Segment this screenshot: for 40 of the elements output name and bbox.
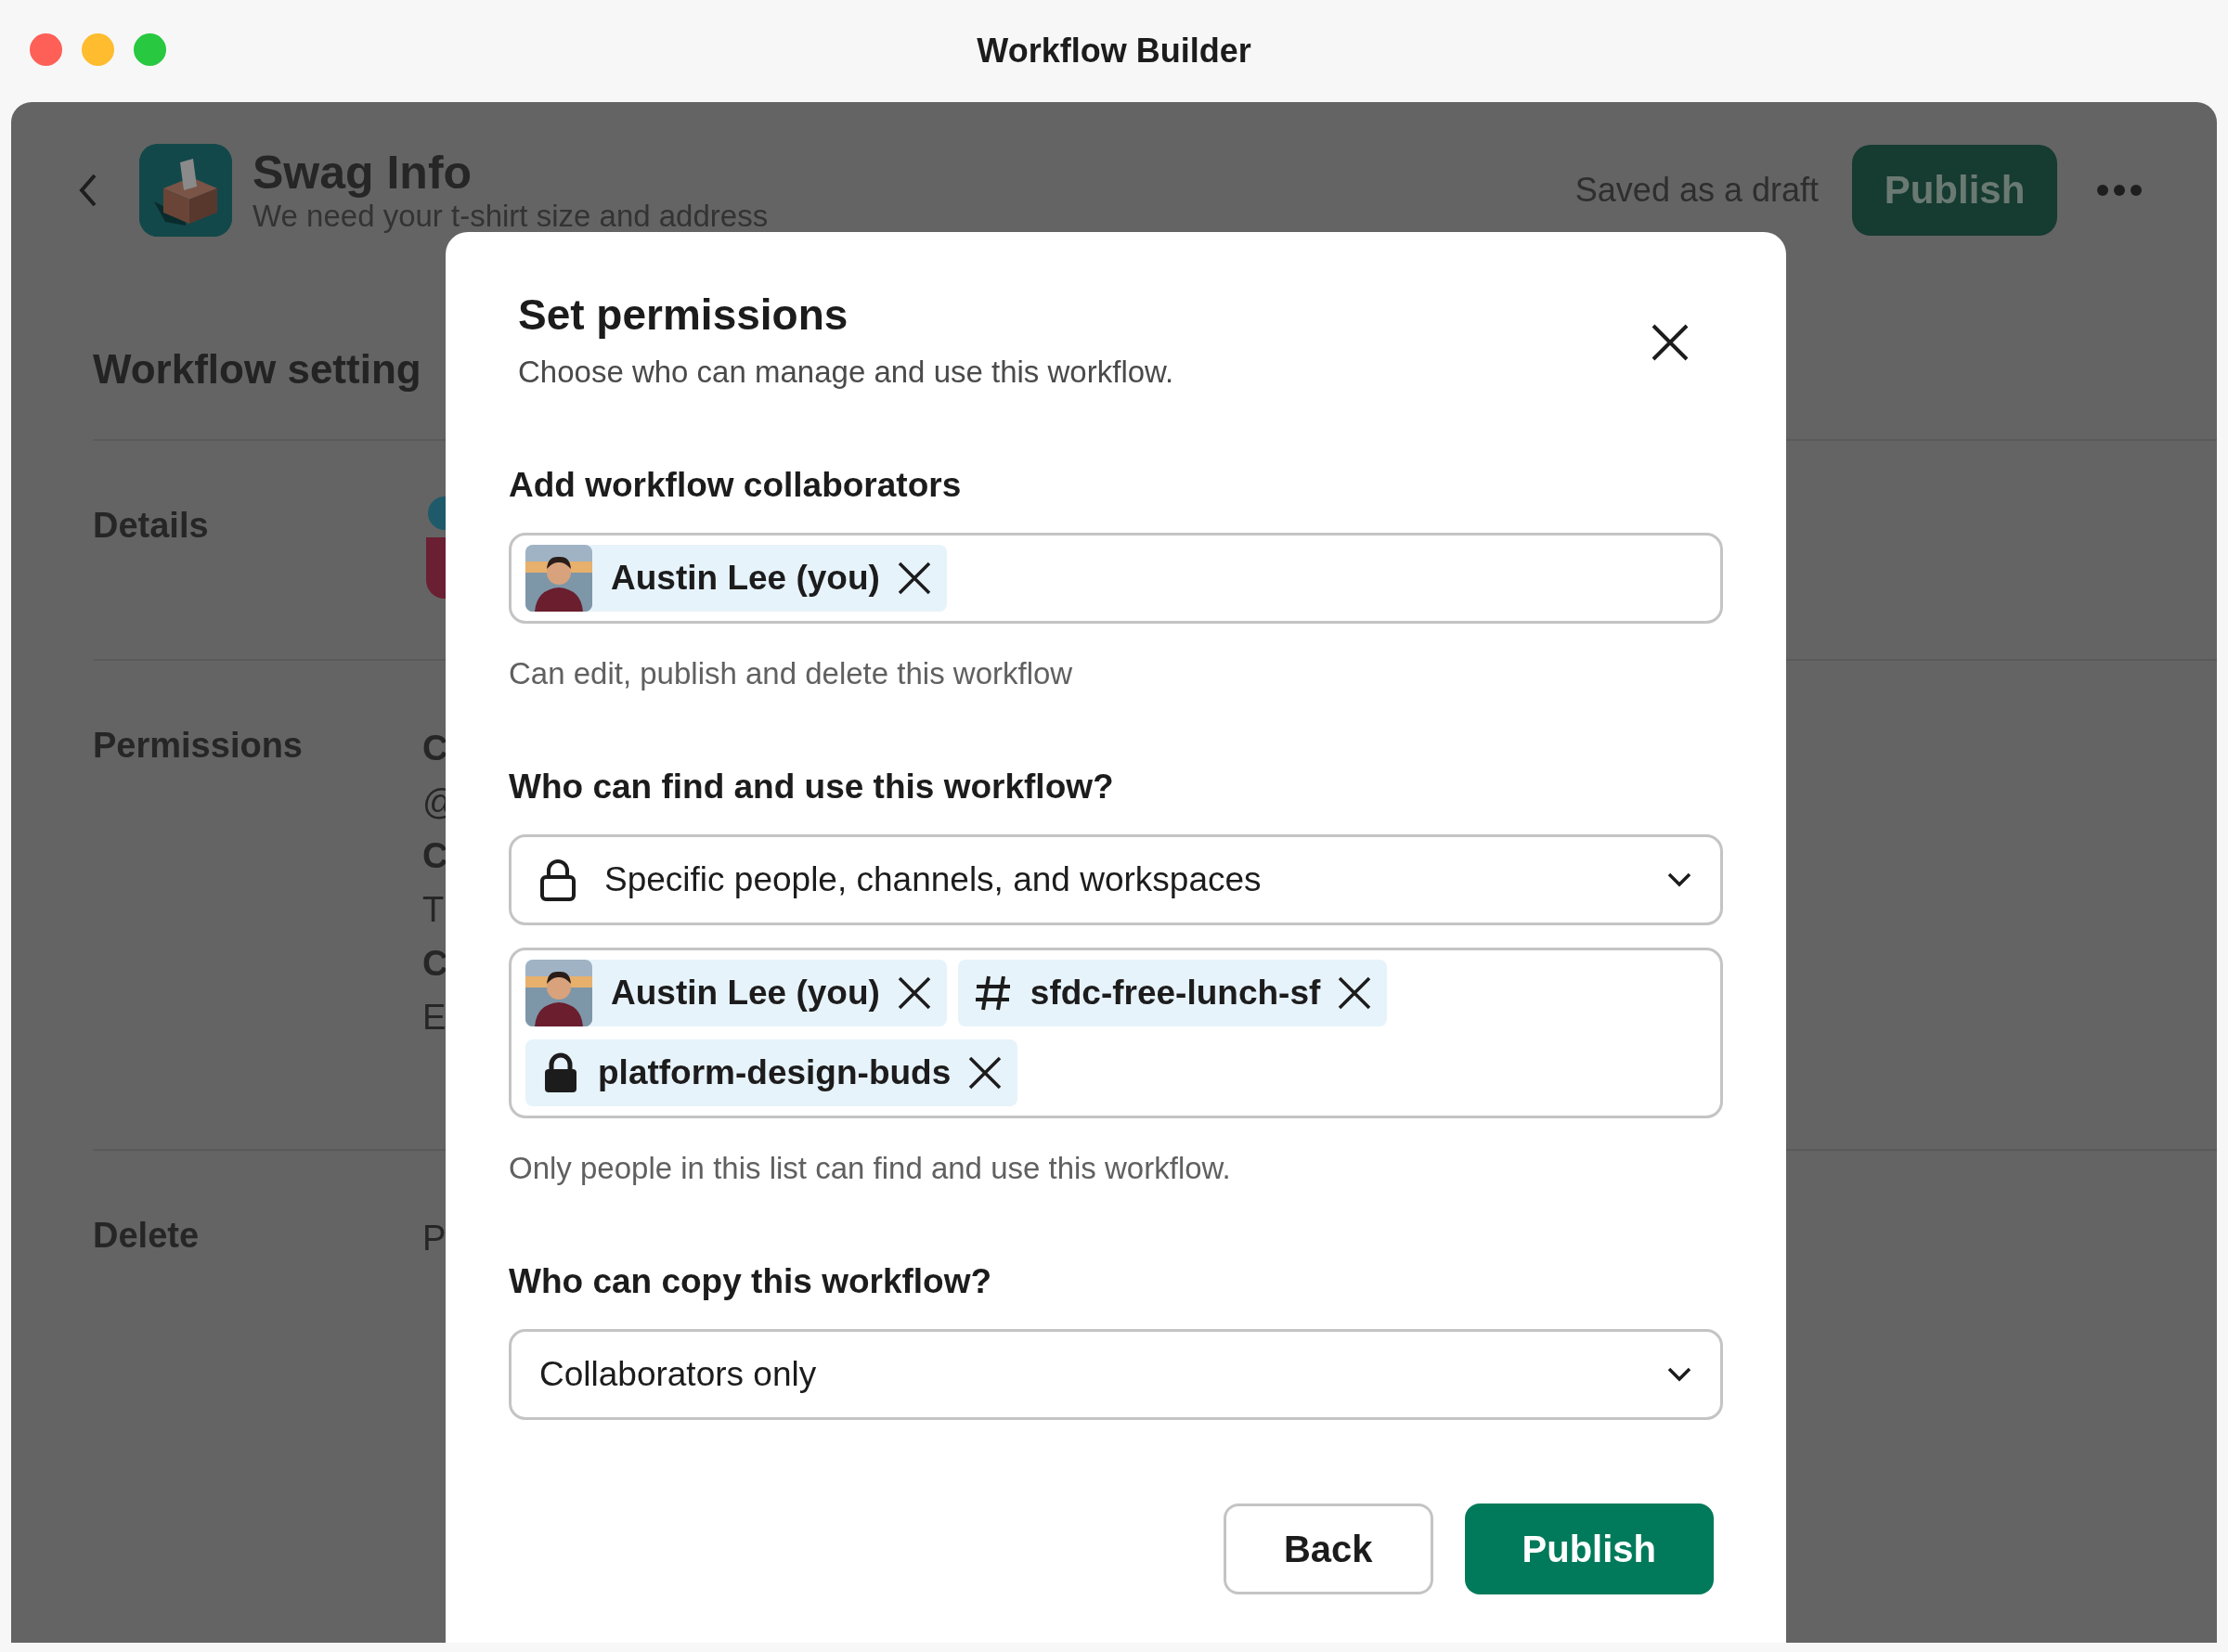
chip-label: Austin Lee (you) xyxy=(611,974,880,1013)
dialog-title: Set permissions xyxy=(518,290,849,340)
setting-text: C xyxy=(422,835,449,877)
close-window-button[interactable] xyxy=(30,33,62,66)
caret-icon xyxy=(1666,1366,1692,1383)
section-heading: Add workflow collaborators xyxy=(509,466,963,505)
setting-text: C xyxy=(422,943,449,985)
dialog-subtitle: Choose who can manage and use this workflow. xyxy=(518,355,1174,390)
remove-icon[interactable] xyxy=(896,975,932,1011)
setting-text: E xyxy=(422,997,447,1039)
workflow-title: Swag Info xyxy=(253,147,473,199)
dropdown[interactable]: Collaborators only xyxy=(509,1329,1723,1420)
dropdown[interactable]: Specific people, channels, and workspaces xyxy=(509,834,1723,925)
caret-icon xyxy=(1666,871,1692,888)
remove-icon[interactable] xyxy=(967,1055,1004,1091)
setting-text: P xyxy=(422,1218,447,1259)
ballot-box-icon xyxy=(139,144,232,237)
section-heading: Who can find and use this workflow? xyxy=(509,768,1115,807)
publish-button[interactable]: Publish xyxy=(1464,1504,1714,1594)
helper-text: Can edit, publish and delete this workflow xyxy=(509,656,1074,691)
section-label: Permissions xyxy=(93,725,304,767)
access-list-field[interactable]: Austin Lee (you) sfdc-free-lunch-sf platform-design-buds xyxy=(509,948,1723,1118)
remove-icon[interactable] xyxy=(896,561,932,596)
lock-icon xyxy=(539,858,576,901)
chip-label: platform-design-buds xyxy=(598,1053,952,1092)
chip-label: Austin Lee (you) xyxy=(611,559,880,598)
window-title: Workflow Builder xyxy=(977,32,1251,71)
more-icon[interactable] xyxy=(2096,184,2143,197)
chip-label: sfdc-free-lunch-sf xyxy=(1030,974,1321,1013)
setting-text: T xyxy=(422,889,446,931)
setting-text: C xyxy=(422,728,449,769)
section-label: Delete xyxy=(93,1215,201,1257)
section-label: Details xyxy=(93,505,210,547)
close-icon[interactable] xyxy=(1651,323,1690,362)
helper-text: Only people in this list can find and use this workflow. xyxy=(509,1151,1232,1186)
remove-icon[interactable] xyxy=(1337,975,1373,1011)
back-button[interactable]: Back xyxy=(1223,1504,1433,1594)
section-heading: Who can copy this workflow? xyxy=(509,1262,993,1301)
collaborators-field[interactable]: Austin Lee (you) xyxy=(509,533,1723,624)
settings-heading: Workflow setting xyxy=(93,345,421,394)
